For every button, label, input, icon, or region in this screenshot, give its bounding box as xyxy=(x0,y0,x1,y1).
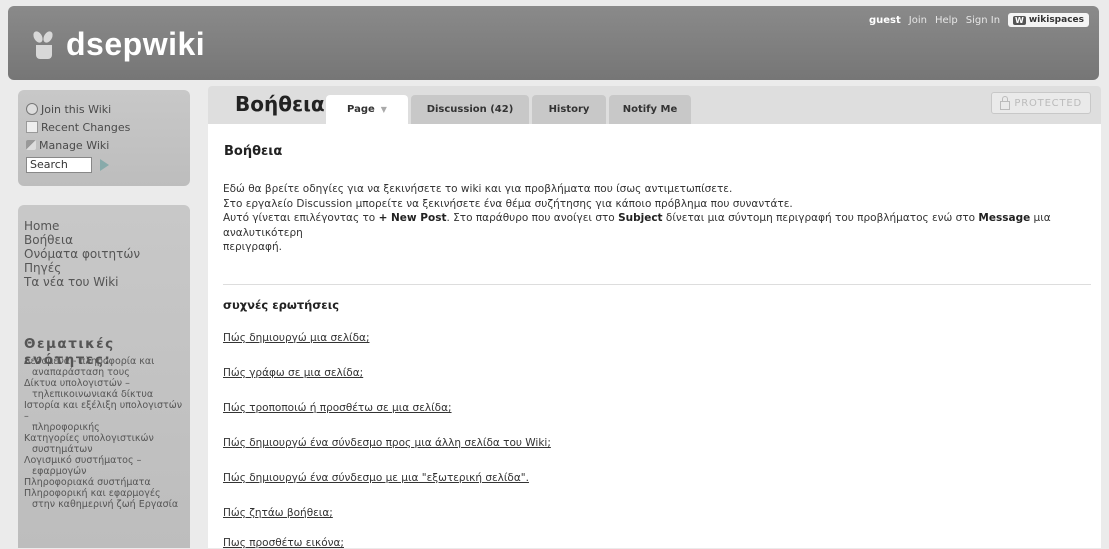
theme-link[interactable]: Κατηγορίες υπολογιστικών συστημάτων xyxy=(24,433,188,455)
search-go-icon[interactable] xyxy=(100,159,109,171)
tab-notify-label: Notify Me xyxy=(622,104,678,115)
faq-link[interactable]: Πώς ζητάω βοήθεια; xyxy=(223,507,333,519)
sidebar-actions-box: Join this Wiki Recent Changes Manage Wik… xyxy=(18,90,190,186)
page-content: Βοήθεια Εδώ θα βρείτε οδηγίες για να ξεκ… xyxy=(208,124,1101,549)
manage-icon xyxy=(26,140,36,150)
intro-line: Στο εργαλείο Discussion μπορείτε να ξεκι… xyxy=(223,197,793,210)
intro-text: Εδώ θα βρείτε οδηγίες για να ξεκινήσετε … xyxy=(223,182,1083,255)
theme-link[interactable]: Δεδομένα - πληροφορία και αναπαράσταση το… xyxy=(24,356,188,378)
sidebar-item-sources[interactable]: Πηγές xyxy=(24,261,140,275)
faq-link[interactable]: Πώς δημιουργώ ένα σύνδεσμο προς μια άλλη… xyxy=(223,437,551,449)
join-wiki-label: Join this Wiki xyxy=(41,102,112,116)
search-input[interactable]: Search xyxy=(26,157,92,173)
site-title: dsepwiki xyxy=(66,25,206,62)
recent-changes-icon xyxy=(26,121,38,133)
theme-link[interactable]: Δίκτυα υπολογιστών – τηλεπικοινωνιακά δίκ… xyxy=(24,378,188,400)
recent-changes-link[interactable]: Recent Changes xyxy=(26,118,190,136)
tab-history-label: History xyxy=(548,104,590,115)
faq-link[interactable]: Πώς δημιουργώ ένα σύνδεσμο με μια "εξωτε… xyxy=(223,472,529,484)
protected-label: PROTECTED xyxy=(1014,97,1082,109)
tab-page-label: Page xyxy=(347,104,375,115)
sidebar-item-news[interactable]: Τα νέα του Wiki xyxy=(24,275,140,289)
tab-discussion-label: Discussion (42) xyxy=(426,104,514,115)
faq-link[interactable]: Πώς τροποποιώ ή προσθέτω σε μια σελίδα; xyxy=(223,402,452,414)
sidebar-item-help[interactable]: Βοήθεια xyxy=(24,233,140,247)
join-link[interactable]: Join xyxy=(909,15,927,26)
sidebar-item-home[interactable]: Home xyxy=(24,219,140,233)
sidebar-item-students[interactable]: Ονόματα φοιτητών xyxy=(24,247,140,261)
theme-link[interactable]: Ιστορία και εξέλιξη υπολογιστών – πληροφο… xyxy=(24,400,188,433)
site-header: dsepwiki guest Join Help Sign In W wikis… xyxy=(8,6,1099,80)
tab-notify[interactable]: Notify Me xyxy=(609,95,691,124)
faq-title: συχνές ερωτήσεις xyxy=(223,298,340,312)
page-title: Βοήθεια xyxy=(235,92,325,116)
sign-in-link[interactable]: Sign In xyxy=(966,15,1000,26)
intro-line: περιγραφή. xyxy=(223,241,282,253)
join-icon xyxy=(26,103,38,115)
top-nav: guest Join Help Sign In W wikispaces xyxy=(869,13,1089,27)
plant-logo-icon xyxy=(30,29,58,59)
chevron-down-icon: ▼ xyxy=(380,105,387,114)
main-panel: Βοήθεια Page ▼ Discussion (42) History N… xyxy=(208,86,1101,549)
sidebar-nav-box: Home Βοήθεια Ονόματα φοιτητών Πηγές Τα ν… xyxy=(18,205,190,548)
wikispaces-label: wikispaces xyxy=(1028,15,1084,25)
tab-history[interactable]: History xyxy=(532,95,606,124)
protected-badge: PROTECTED xyxy=(991,92,1091,114)
help-link[interactable]: Help xyxy=(935,15,958,26)
faq-link[interactable]: Πως προσθέτω εικόνα; xyxy=(223,537,344,549)
theme-link[interactable]: Λογισμικό συστήματος – εφαρμογών xyxy=(24,455,188,477)
user-name: guest xyxy=(868,14,901,26)
wikispaces-logo-icon: W xyxy=(1013,15,1026,25)
wikispaces-button[interactable]: W wikispaces xyxy=(1008,13,1089,27)
site-logo[interactable]: dsepwiki xyxy=(30,24,205,64)
recent-changes-label: Recent Changes xyxy=(41,120,131,134)
sidebar-nav: Home Βοήθεια Ονόματα φοιτητών Πηγές Τα ν… xyxy=(24,219,140,289)
faq-link[interactable]: Πώς γράφω σε μια σελίδα; xyxy=(223,367,363,379)
faq-link[interactable]: Πώς δημιουργώ μια σελίδα; xyxy=(223,332,369,344)
themes-list: Δεδομένα - πληροφορία και αναπαράσταση το… xyxy=(24,356,188,510)
tabs-bar: Βοήθεια Page ▼ Discussion (42) History N… xyxy=(208,86,1101,124)
divider xyxy=(223,284,1091,285)
join-wiki-link[interactable]: Join this Wiki xyxy=(26,100,190,118)
intro-line: Αυτό γίνεται επιλέγοντας το + New Post. … xyxy=(223,212,1051,239)
lock-icon xyxy=(1000,95,1011,110)
tab-page[interactable]: Page ▼ xyxy=(326,95,408,124)
tab-discussion[interactable]: Discussion (42) xyxy=(411,95,529,124)
theme-link[interactable]: Πληροφορική και εφαρμογές στην καθημερινή… xyxy=(24,488,188,510)
search-row: Search xyxy=(26,157,190,173)
theme-link[interactable]: Πληροφοριακά συστήματα xyxy=(24,477,188,488)
intro-line: Εδώ θα βρείτε οδηγίες για να ξεκινήσετε … xyxy=(223,183,733,195)
manage-wiki-label: Manage Wiki xyxy=(39,138,110,152)
content-title: Βοήθεια xyxy=(224,144,283,159)
manage-wiki-link[interactable]: Manage Wiki xyxy=(26,136,190,154)
